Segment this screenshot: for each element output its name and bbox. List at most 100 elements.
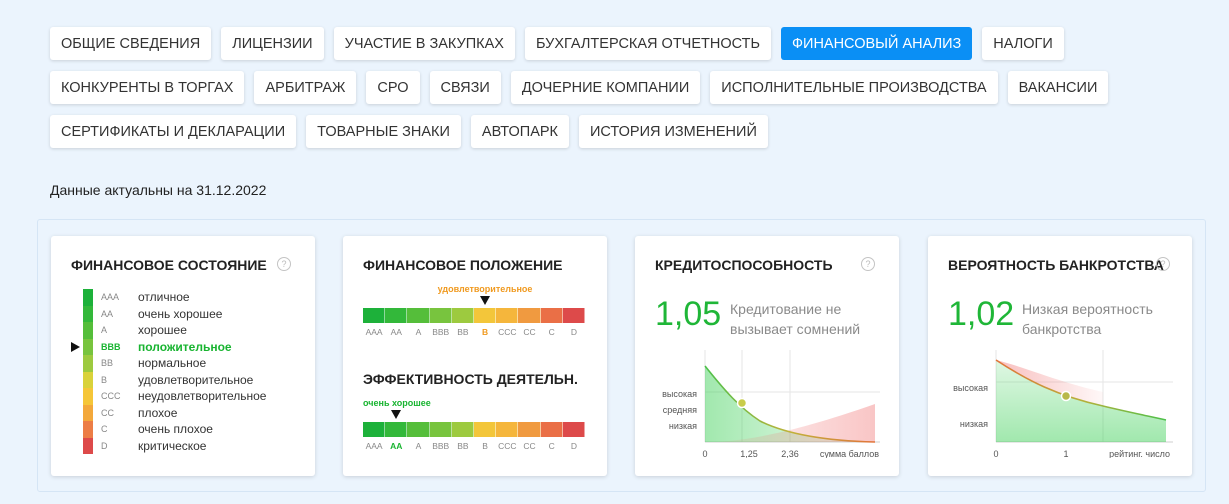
scale-labels: AAA AA A BBB BB B CCC CC C D	[363, 327, 585, 337]
tab-row: КОНКУРЕНТЫ В ТОРГАХ АРБИТРАЖ СРО СВЯЗИ ДОЧЕР…	[50, 71, 1150, 104]
help-icon[interactable]: ?	[861, 257, 875, 271]
tab-1-5[interactable]: ИСПОЛНИТЕЛЬНЫЕ ПРОИЗВОДСТВА	[710, 71, 998, 104]
rating-label: отличное	[138, 290, 190, 305]
rating-color-swatch	[83, 289, 93, 306]
scale-code: D	[570, 327, 577, 337]
rating-label: очень плохое	[138, 422, 213, 437]
rating-code: BB	[101, 358, 114, 369]
rating-code: D	[101, 440, 108, 451]
rating-row: AA очень хорошее	[73, 305, 266, 322]
scale-segment	[496, 422, 519, 437]
tab-1-3[interactable]: СВЯЗИ	[429, 71, 501, 104]
scale-segment	[407, 422, 430, 437]
tab-2-3[interactable]: ИСТОРИЯ ИЗМЕНЕНИЙ	[579, 115, 768, 148]
rating-code: BBB	[101, 341, 121, 352]
rating-color-swatch	[83, 355, 93, 372]
current-rating-pointer-icon	[71, 341, 80, 352]
scale-code: BB	[457, 327, 469, 337]
creditworthiness-card: КРЕДИТОСПОСОБНОСТЬ ? 1,05 Кредитование н…	[635, 236, 899, 476]
scale-code: BBB	[432, 327, 450, 337]
help-icon[interactable]: ?	[277, 257, 291, 271]
data-date-note: Данные актуальны на 31.12.2022	[50, 182, 267, 198]
tab-1-1[interactable]: АРБИТРАЖ	[254, 71, 357, 104]
help-icon[interactable]: ?	[1156, 257, 1170, 271]
creditworthiness-title: КРЕДИТОСПОСОБНОСТЬ	[655, 257, 833, 273]
rating-label: нормальное	[138, 356, 207, 371]
scale-code: BBB	[432, 441, 450, 451]
tab-1-2[interactable]: СРО	[366, 71, 420, 104]
tab-2-1[interactable]: ТОВАРНЫЕ ЗНАКИ	[306, 115, 461, 148]
tab-0-1[interactable]: ЛИЦЕНЗИИ	[221, 27, 324, 60]
x-label-1: 1,25	[740, 449, 758, 458]
scale-code: CC	[523, 441, 536, 451]
tab-0-2[interactable]: УЧАСТИЕ В ЗАКУПКАХ	[333, 27, 515, 60]
tab-0-4[interactable]: ФИНАНСОВЫЙ АНАЛИЗ	[781, 27, 973, 60]
financial-position-card: ФИНАНСОВОЕ ПОЛОЖЕНИЕ удовлетворительное A…	[343, 236, 607, 476]
bankruptcy-chart: высокая низкая 0 1 рейтинг. число	[953, 350, 1173, 458]
scale-segment	[429, 422, 452, 437]
rating-row: BB нормальное	[73, 355, 266, 372]
financial-analysis-panel: ФИНАНСОВОЕ СОСТОЯНИЕ ? AAA отличное AA очен…	[37, 219, 1206, 492]
rating-color-swatch	[83, 322, 93, 339]
rating-code: A	[101, 325, 108, 336]
scale-bar	[363, 422, 586, 437]
y-label-low: низкая	[669, 421, 697, 431]
tab-0-5[interactable]: НАЛОГИ	[982, 27, 1064, 60]
scale-code: AA	[390, 441, 403, 451]
tab-1-0[interactable]: КОНКУРЕНТЫ В ТОРГАХ	[50, 71, 245, 104]
tab-0-3[interactable]: БУХГАЛТЕРСКАЯ ОТЧЕТНОСТЬ	[524, 27, 771, 60]
rating-label: положительное	[138, 339, 232, 354]
scale-code: A	[415, 327, 422, 337]
scale-segment	[562, 422, 586, 437]
creditworthiness-chart: высокая средняя низкая 0 1,25 2,36 сумма…	[662, 350, 880, 458]
tab-1-4[interactable]: ДОЧЕРНИЕ КОМПАНИИ	[510, 71, 701, 104]
scale-labels: AAA AA A BBB BB B CCC CC C D	[363, 441, 585, 451]
scale-code: D	[570, 441, 577, 451]
scale-code: A	[415, 441, 422, 451]
rating-code: AA	[101, 308, 114, 319]
scale-segment	[562, 308, 586, 323]
rating-color-swatch	[83, 421, 93, 438]
scale-segment	[363, 422, 386, 437]
y-label-medium: средняя	[663, 405, 697, 415]
x-label-0: 0	[702, 449, 707, 458]
bankruptcy-description: Низкая вероятность банкротства	[1022, 301, 1153, 337]
financial-state-title: ФИНАНСОВОЕ СОСТОЯНИЕ	[71, 257, 267, 273]
x-axis-title: рейтинг. число	[1109, 449, 1170, 458]
rating-label: удовлетворительное	[138, 372, 254, 387]
rating-code: B	[101, 374, 108, 385]
scale-segment	[518, 422, 541, 437]
rating-row: Aхорошее	[73, 322, 266, 339]
efficiency-title: ЭФФЕКТИВНОСТЬ ДЕЯТЕЛЬН.	[363, 371, 578, 387]
tab-row: СЕРТИФИКАТЫ И ДЕКЛАРАЦИИ ТОВАРНЫЕ ЗНАКИ АВ…	[50, 115, 1150, 148]
rating-code: CC	[101, 407, 114, 418]
tab-0-0[interactable]: ОБЩИЕ СВЕДЕНИЯ	[50, 27, 212, 60]
scale-segment	[540, 308, 563, 323]
rating-label: плохое	[138, 405, 178, 420]
scale-code: CCC	[498, 327, 517, 337]
rating-list: AAA отличное AA очень хорошее Aхорошее BBB пол…	[71, 289, 267, 454]
scale-marker-label: очень хорошее	[363, 398, 431, 408]
y-label-high: высокая	[662, 389, 697, 399]
y-label-high: высокая	[953, 383, 988, 393]
rating-color-swatch	[83, 305, 93, 322]
tab-bar: ОБЩИЕ СВЕДЕНИЯ ЛИЦЕНЗИИ УЧАСТИЕ В ЗАКУПКАХ…	[50, 27, 1150, 159]
rating-row: AAA отличное	[73, 289, 266, 306]
rating-label: неудовлетворительное	[138, 389, 267, 404]
scale-code: BB	[457, 441, 469, 451]
scale-segment	[496, 308, 519, 323]
tab-1-6[interactable]: ВАКАНСИИ	[1007, 71, 1109, 104]
y-label-low: низкая	[960, 419, 988, 429]
creditworthiness-value: 1,05	[655, 295, 722, 333]
rating-row: Dкритическое	[73, 437, 266, 454]
scale-segment	[540, 422, 563, 437]
scale-segment	[451, 422, 475, 437]
x-label-0: 0	[993, 449, 998, 458]
scale-code: AAA	[365, 441, 383, 451]
scale-bar	[363, 308, 586, 323]
tab-2-2[interactable]: АВТОПАРК	[470, 115, 569, 148]
scale-code: AAA	[365, 327, 383, 337]
scale-segment	[385, 422, 408, 437]
rating-row: BBB положительное	[71, 338, 266, 355]
tab-2-0[interactable]: СЕРТИФИКАТЫ И ДЕКЛАРАЦИИ	[50, 115, 297, 148]
